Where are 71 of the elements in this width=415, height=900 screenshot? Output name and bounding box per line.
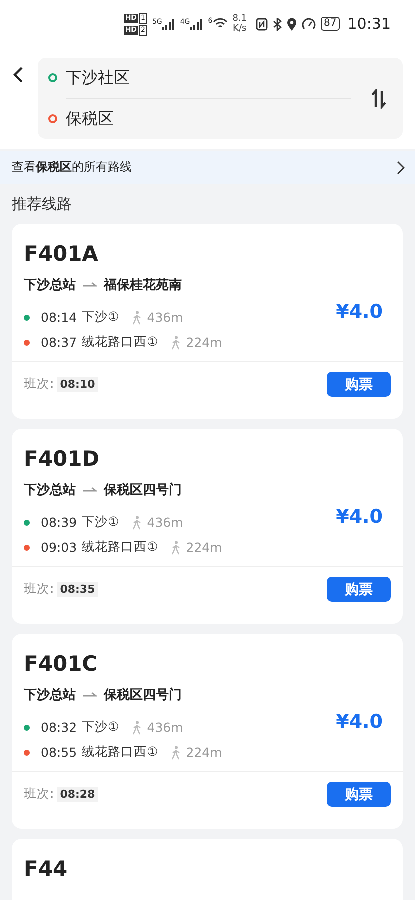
gauge-icon bbox=[302, 18, 316, 30]
origin-dot-icon bbox=[48, 73, 58, 83]
buy-ticket-button[interactable]: 购票 bbox=[327, 372, 391, 397]
banner-text: 查看保税区的所有路线 bbox=[12, 159, 132, 176]
walking-person-icon bbox=[171, 746, 182, 760]
origin-field[interactable]: 下沙社区 bbox=[66, 68, 130, 88]
route-card[interactable]: F401C 下沙总站 保税区四号门 08:32 下沙① 436m 08:55 绒花路口西① 224m ¥4.0 班次: 08:28 购票 bbox=[12, 634, 403, 829]
walk-distance: 436m bbox=[147, 515, 184, 530]
schedule-label: 班次: bbox=[24, 581, 54, 598]
destination-field[interactable]: 保税区 bbox=[66, 108, 114, 130]
walking-person-icon bbox=[132, 310, 142, 324]
signal-icon bbox=[190, 18, 204, 30]
price: ¥4.0 bbox=[336, 710, 383, 732]
speed-unit: K/s bbox=[233, 24, 247, 34]
end-station: 福保桂花苑南 bbox=[104, 277, 182, 294]
walking-person-icon bbox=[132, 516, 142, 530]
schedule-time: 08:35 bbox=[57, 582, 98, 597]
wifi-icon bbox=[212, 18, 228, 30]
walk-distance: 224m bbox=[186, 335, 222, 350]
stop-name: 下沙① bbox=[82, 309, 120, 326]
stop-time: 08:55 bbox=[41, 745, 78, 760]
start-station: 下沙总站 bbox=[24, 482, 76, 499]
buy-ticket-button[interactable]: 购票 bbox=[327, 577, 391, 602]
walking-person-icon bbox=[132, 720, 142, 734]
stop-time: 08:14 bbox=[41, 310, 78, 325]
stop-time: 08:39 bbox=[41, 515, 78, 530]
swap-icon[interactable] bbox=[371, 88, 387, 108]
schedule-label: 班次: bbox=[24, 786, 54, 803]
schedule-label: 班次: bbox=[24, 376, 54, 393]
end-station: 保税区四号门 bbox=[104, 482, 182, 499]
stop-name: 下沙① bbox=[82, 719, 120, 736]
nfc-icon bbox=[256, 18, 268, 30]
chevron-right-icon bbox=[397, 160, 405, 174]
walk-distance: 436m bbox=[147, 720, 184, 735]
destination-dot-icon bbox=[48, 114, 58, 124]
stop-time: 08:32 bbox=[41, 720, 78, 735]
schedule-time: 08:28 bbox=[57, 787, 98, 802]
route-card[interactable]: F44 bbox=[12, 839, 403, 900]
stop-time: 09:03 bbox=[41, 540, 78, 555]
walking-person-icon bbox=[171, 336, 182, 350]
stop-name: 下沙① bbox=[82, 514, 120, 531]
route-name: F44 bbox=[24, 856, 69, 883]
route-card[interactable]: F401A 下沙总站 福保桂花苑南 08:14 下沙① 436m 08:37 绒花路口西① 224m ¥4.0 班次: 08:10 购票 bbox=[12, 224, 403, 419]
signal-icon bbox=[162, 18, 176, 30]
back-icon[interactable] bbox=[12, 66, 24, 84]
stop-time: 08:37 bbox=[41, 335, 78, 350]
walk-distance: 224m bbox=[186, 540, 222, 555]
start-station: 下沙总站 bbox=[24, 277, 76, 294]
walk-distance: 224m bbox=[186, 745, 222, 760]
location-icon bbox=[287, 18, 298, 30]
end-station: 保税区四号门 bbox=[104, 686, 182, 704]
walking-person-icon bbox=[171, 540, 182, 554]
route-name: F401A bbox=[24, 241, 100, 268]
price: ¥4.0 bbox=[336, 300, 383, 322]
route-name: F401D bbox=[24, 446, 101, 473]
route-name: F401C bbox=[24, 651, 99, 678]
start-station: 下沙总站 bbox=[24, 687, 76, 704]
all-routes-banner[interactable]: 查看保税区的所有路线 bbox=[0, 151, 415, 184]
stop-name: 绒花路口西① bbox=[82, 744, 158, 761]
stop-name: 绒花路口西① bbox=[82, 539, 158, 556]
bluetooth-icon bbox=[273, 18, 282, 30]
route-card[interactable]: F401D 下沙总站 保税区四号门 08:39 下沙① 436m 09:03 绒花路口西① 224m ¥4.0 班次: 08:35 购票 bbox=[12, 429, 403, 624]
buy-ticket-button[interactable]: 购票 bbox=[327, 782, 391, 807]
schedule-time: 08:10 bbox=[57, 377, 98, 392]
walk-distance: 436m bbox=[147, 310, 184, 325]
stop-name: 绒花路口西① bbox=[82, 334, 158, 351]
section-title: 推荐线路 bbox=[11, 194, 73, 215]
speed-value: 8.1 bbox=[232, 14, 248, 24]
battery-icon: 87 bbox=[321, 17, 340, 31]
clock: 10:31 bbox=[348, 15, 391, 33]
price: ¥4.0 bbox=[336, 506, 383, 528]
